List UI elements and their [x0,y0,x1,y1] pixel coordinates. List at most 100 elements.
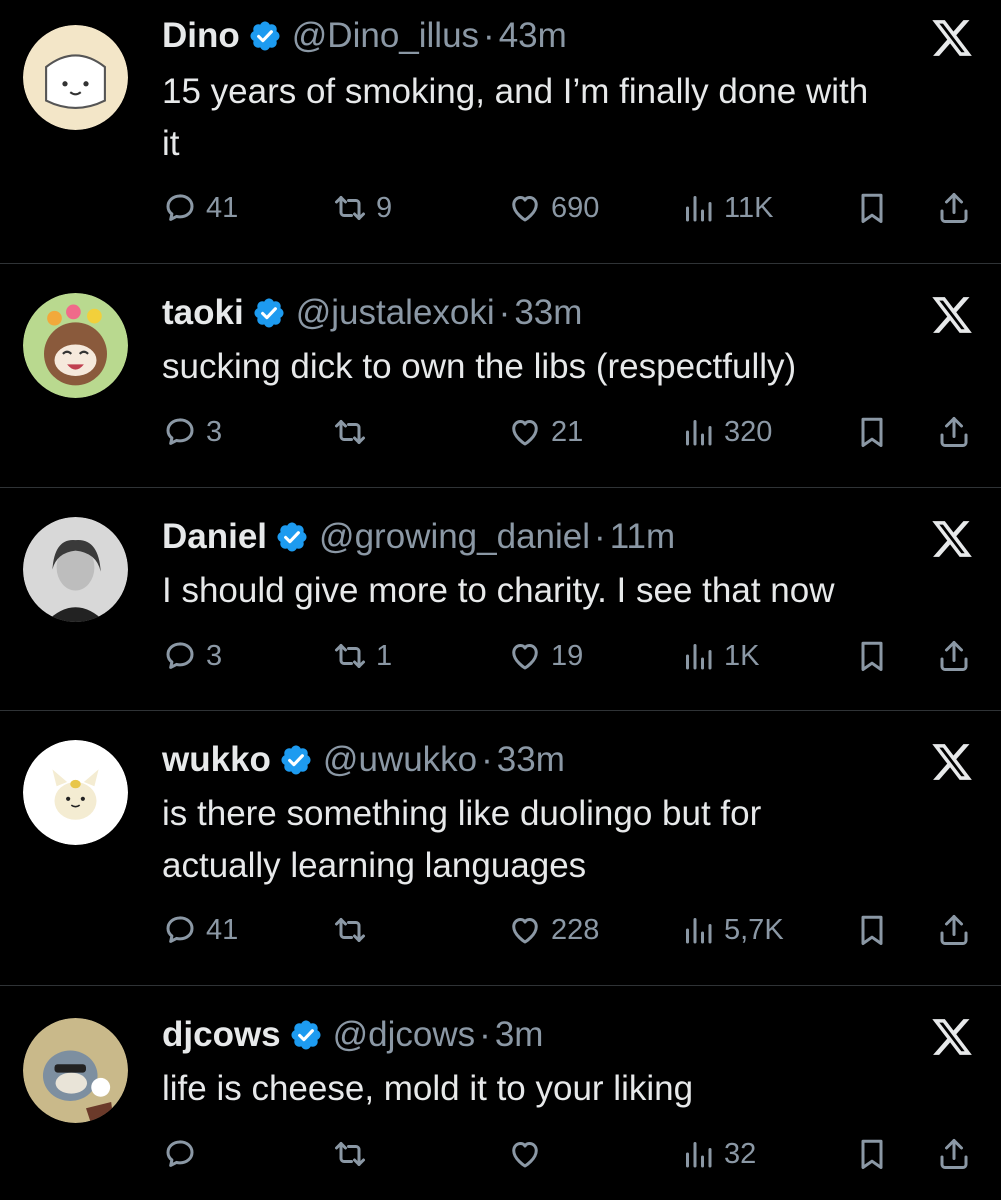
timestamp[interactable]: 33m [497,740,565,780]
author-handle[interactable]: @uwukko [323,740,477,780]
retweet-count: 1 [376,639,393,672]
bookmark-button[interactable] [854,186,890,230]
tweet-header: Dino @Dino_illus · 43m [162,14,567,58]
author-name[interactable]: wukko [162,740,271,780]
share-upload-icon [936,638,972,674]
verified-badge-icon [252,296,286,330]
timestamp[interactable]: 43m [499,16,567,56]
share-button[interactable] [936,1132,972,1176]
author-name[interactable]: Daniel [162,517,267,557]
bookmark-button[interactable] [854,634,890,678]
tweet-text-line: it [162,124,180,163]
retweet-icon [332,190,368,226]
views-button[interactable]: 320 [680,410,772,454]
tweet: Daniel @growing_daniel · 11m I should give m… [0,487,1001,710]
timestamp[interactable]: 33m [514,293,582,333]
bookmark-button[interactable] [854,908,890,952]
tweet-text-line: sucking dick to own the libs (respectful… [162,347,797,386]
share-button[interactable] [936,908,972,952]
share-button[interactable] [936,410,972,454]
retweet-button[interactable] [332,908,376,952]
bookmark-button[interactable] [854,410,890,454]
retweet-button[interactable]: 9 [332,186,392,230]
views-button[interactable]: 11K [680,186,773,230]
avatar[interactable] [23,1018,128,1123]
like-button[interactable]: 690 [507,186,599,230]
retweet-icon [332,638,368,674]
retweet-button[interactable] [332,410,376,454]
like-button[interactable]: 228 [507,908,599,952]
avatar[interactable] [23,740,128,845]
author-name[interactable]: taoki [162,293,244,333]
tweet-text-line: life is cheese, mold it to your liking [162,1069,694,1108]
reply-count: 41 [206,191,239,224]
separator-dot: · [481,740,493,779]
tweet-text: I should give more to charity. I see tha… [162,565,972,617]
share-button[interactable] [936,186,972,230]
author-handle[interactable]: @Dino_illus [292,16,479,56]
tweet-actions: 41 9 690 11K [162,186,982,230]
avatar[interactable] [23,25,128,130]
retweet-button[interactable]: 1 [332,634,392,678]
separator-dot: · [594,517,606,556]
views-button[interactable]: 32 [680,1132,756,1176]
bar-chart-icon [680,190,716,226]
avatar[interactable] [23,517,128,622]
tweet-text-line: I should give more to charity. I see tha… [162,571,835,610]
bookmark-icon [854,912,890,948]
retweet-count: 9 [376,191,393,224]
views-count: 32 [724,1137,757,1170]
x-logo-icon [930,293,974,337]
views-count: 1K [724,639,760,672]
x-logo-icon [930,16,974,60]
speech-bubble-icon [162,912,198,948]
bar-chart-icon [680,912,716,948]
verified-badge-icon [289,1018,323,1052]
share-upload-icon [936,414,972,450]
retweet-icon [332,912,368,948]
x-logo-icon [930,517,974,561]
tweet: wukko @uwukko · 33m is there something like … [0,710,1001,985]
like-count: 228 [551,913,600,946]
share-button[interactable] [936,634,972,678]
tweet: djcows @djcows · 3m life is cheese, mold it … [0,985,1001,1200]
views-button[interactable]: 5,7K [680,908,784,952]
verified-badge-icon [275,520,309,554]
reply-count: 3 [206,415,223,448]
speech-bubble-icon [162,1136,198,1172]
tweet-text: sucking dick to own the libs (respectful… [162,341,972,393]
bookmark-button[interactable] [854,1132,890,1176]
reply-button[interactable]: 41 [162,908,238,952]
author-name[interactable]: djcows [162,1015,281,1055]
author-name[interactable]: Dino [162,16,240,56]
reply-button[interactable]: 41 [162,186,238,230]
timestamp[interactable]: 3m [495,1015,544,1055]
like-button[interactable]: 19 [507,634,583,678]
tweet-actions: 32 [162,1132,982,1176]
views-button[interactable]: 1K [680,634,759,678]
separator-dot: · [498,293,511,332]
author-handle[interactable]: @growing_daniel [319,517,590,557]
bar-chart-icon [680,414,716,450]
author-handle[interactable]: @justalexoki [296,293,495,333]
tweet-feed: Dino @Dino_illus · 43m 15 years of smoking, … [0,0,1001,1200]
share-upload-icon [936,1136,972,1172]
heart-icon [507,912,543,948]
bookmark-icon [854,638,890,674]
bookmark-icon [854,1136,890,1172]
reply-button[interactable]: 3 [162,410,222,454]
retweet-button[interactable] [332,1132,376,1176]
avatar[interactable] [23,293,128,398]
views-count: 320 [724,415,773,448]
author-handle[interactable]: @djcows [333,1015,476,1055]
retweet-icon [332,414,368,450]
like-button[interactable]: 21 [507,410,583,454]
speech-bubble-icon [162,190,198,226]
separator-dot: · [483,16,495,55]
tweet-header: taoki @justalexoki · 33m [162,291,582,335]
heart-icon [507,638,543,674]
timestamp[interactable]: 11m [610,517,676,557]
like-button[interactable] [507,1132,551,1176]
reply-button[interactable]: 3 [162,634,222,678]
reply-button[interactable] [162,1132,206,1176]
